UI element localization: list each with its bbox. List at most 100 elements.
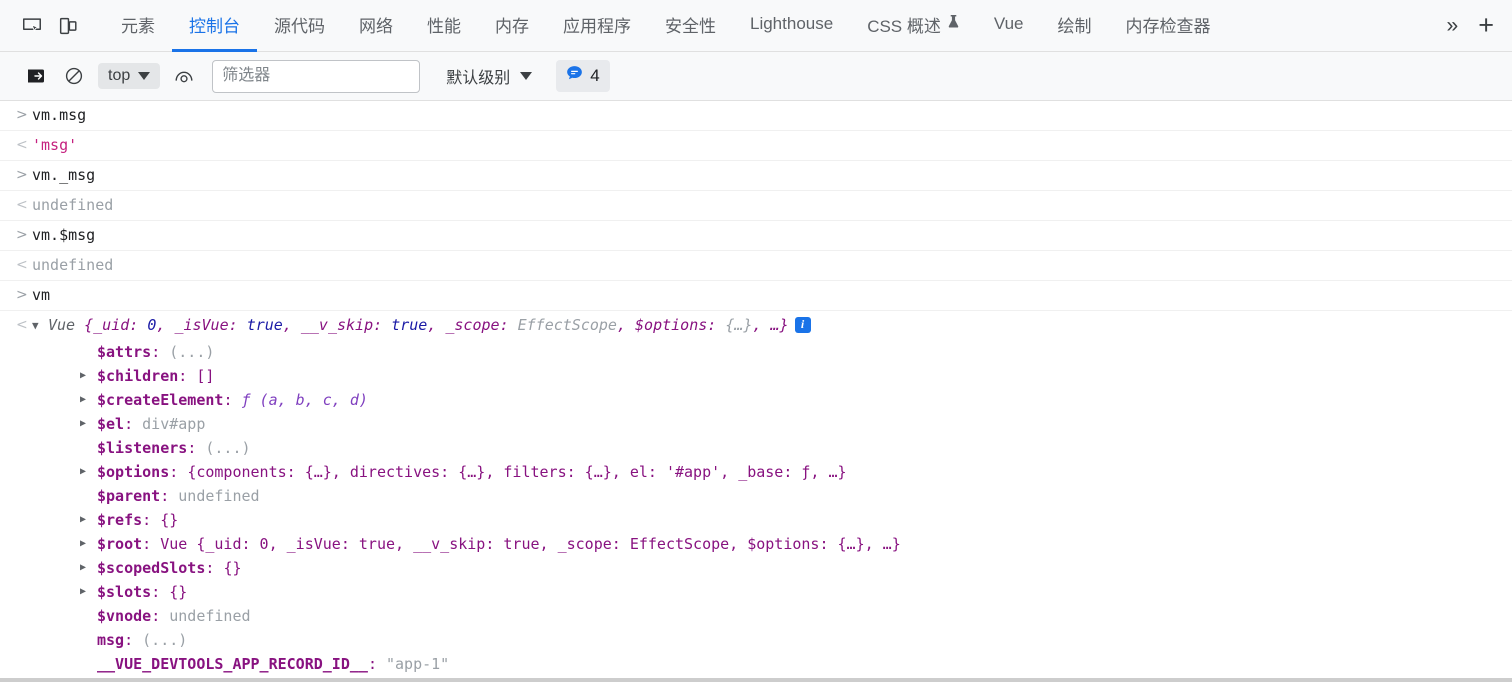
object-property-row[interactable]: ▶ $createElement: ƒ (a, b, c, d) <box>16 388 1512 412</box>
clear-console-icon[interactable] <box>56 58 92 94</box>
object-property-row[interactable]: __VUE_DEVTOOLS_APP_RECORD_ID__: "app-1" <box>16 652 1512 676</box>
console-output[interactable]: > vm.msg < 'msg' > vm._msg < undefined >… <box>0 101 1512 682</box>
property-value: (...) <box>169 343 215 361</box>
expand-arrow-icon[interactable]: ▶ <box>80 580 97 604</box>
tab-label: 源代码 <box>274 16 325 36</box>
console-value: 'msg' <box>32 136 78 154</box>
input-marker-icon: > <box>16 167 28 183</box>
property-value: Vue {_uid: 0, _isVue: true, __v_skip: tr… <box>160 535 901 553</box>
console-input-row[interactable]: > vm.$msg <box>0 221 1512 251</box>
tab-label: Vue <box>993 14 1024 33</box>
expand-arrow-icon[interactable]: ▶ <box>80 388 97 412</box>
object-property-row[interactable]: ▶ $root: Vue {_uid: 0, _isVue: true, __v… <box>16 532 1512 556</box>
property-key: __VUE_DEVTOOLS_APP_RECORD_ID__ <box>97 655 368 673</box>
expand-arrow-icon[interactable]: ▶ <box>80 532 97 556</box>
tab-application[interactable]: 应用程序 <box>546 0 648 52</box>
object-property-row[interactable]: $parent: undefined <box>16 484 1512 508</box>
chevron-down-icon <box>138 72 151 80</box>
execution-context-value: top <box>108 67 131 84</box>
console-input-row[interactable]: > vm.msg <box>0 101 1512 131</box>
property-value: {} <box>160 511 179 529</box>
tab-label: CSS 概述 <box>867 16 941 36</box>
tab-memory[interactable]: 内存 <box>478 0 546 52</box>
flask-icon <box>947 14 960 34</box>
inspect-element-icon[interactable] <box>14 8 50 44</box>
tab-sources[interactable]: 源代码 <box>257 0 342 52</box>
tab-label: 安全性 <box>665 16 716 36</box>
tab-label: 元素 <box>121 16 155 36</box>
tab-network[interactable]: 网络 <box>342 0 410 52</box>
console-result-row[interactable]: < undefined <box>0 251 1512 281</box>
expand-arrow-icon[interactable]: ▶ <box>80 556 97 580</box>
object-property-row[interactable]: $attrs: (...) <box>16 340 1512 364</box>
console-input-row[interactable]: > vm <box>0 281 1512 311</box>
log-level-selector[interactable]: 默认级别 <box>438 60 540 92</box>
tab-paint[interactable]: 绘制 <box>1041 0 1109 52</box>
property-value[interactable]: div#app <box>142 415 205 433</box>
disclosure-triangle-icon[interactable]: ▼ <box>32 311 48 340</box>
object-property-row[interactable]: $vnode: undefined <box>16 604 1512 628</box>
property-value: undefined <box>178 487 260 505</box>
console-object-row[interactable]: < ▼ Vue {_uid: 0, _isVue: true, __v_skip… <box>0 311 1512 682</box>
property-value: "app-1" <box>386 655 450 673</box>
property-value: {components: {…}, directives: {…}, filte… <box>187 463 847 481</box>
tab-label: 内存检查器 <box>1125 16 1211 36</box>
tab-label: 内存 <box>495 16 529 36</box>
object-preview-text: {_uid: 0, _isVue: true, __v_skip: true, … <box>84 316 789 334</box>
tab-security[interactable]: 安全性 <box>648 0 733 52</box>
object-property-row[interactable]: $listeners: (...) <box>16 436 1512 460</box>
tab-css-overview[interactable]: CSS 概述 <box>850 0 977 52</box>
tab-list: 元素 控制台 源代码 网络 性能 内存 应用程序 安全性 Lighthouse … <box>104 0 1512 52</box>
expand-arrow-icon[interactable]: ▶ <box>80 364 97 388</box>
tab-vue[interactable]: Vue <box>977 0 1041 52</box>
tab-label: 网络 <box>359 16 393 36</box>
console-expression: vm.msg <box>32 106 87 124</box>
tab-label: 性能 <box>427 16 461 36</box>
property-value: [] <box>196 367 215 385</box>
show-console-sidebar-icon[interactable] <box>18 58 54 94</box>
console-input-row[interactable]: > vm._msg <box>0 161 1512 191</box>
console-result-row[interactable]: < undefined <box>0 191 1512 221</box>
property-key: $children <box>97 367 179 385</box>
object-header[interactable]: < ▼ Vue {_uid: 0, _isVue: true, __v_skip… <box>16 311 1512 340</box>
expand-arrow-icon[interactable]: ▶ <box>80 508 97 532</box>
console-value: undefined <box>32 196 114 214</box>
add-panel-icon[interactable]: + <box>1472 12 1512 39</box>
output-marker-icon: < <box>16 197 28 213</box>
object-property-row[interactable]: ▶ $refs: {} <box>16 508 1512 532</box>
devtools-tab-bar: 元素 控制台 源代码 网络 性能 内存 应用程序 安全性 Lighthouse … <box>0 0 1512 52</box>
horizontal-scrollbar[interactable] <box>0 678 1512 682</box>
log-level-value: 默认级别 <box>446 70 511 87</box>
message-count-badge[interactable]: 4 <box>556 60 610 92</box>
tab-elements[interactable]: 元素 <box>104 0 172 52</box>
device-toolbar-icon[interactable] <box>50 8 86 44</box>
property-key: $slots <box>97 583 152 601</box>
info-icon[interactable]: i <box>794 316 811 333</box>
object-property-row[interactable]: ▶ $el: div#app <box>16 412 1512 436</box>
tab-memory-inspector[interactable]: 内存检查器 <box>1109 0 1228 52</box>
expand-arrow-icon[interactable]: ▶ <box>80 412 97 436</box>
output-marker-icon: < <box>16 137 28 153</box>
console-result-row[interactable]: < 'msg' <box>0 131 1512 161</box>
tab-label: 应用程序 <box>563 16 631 36</box>
object-property-row[interactable]: msg: (...) <box>16 628 1512 652</box>
input-marker-icon: > <box>16 287 28 303</box>
tab-lighthouse[interactable]: Lighthouse <box>733 0 850 52</box>
tab-label: 绘制 <box>1057 16 1092 36</box>
property-key: $refs <box>97 511 143 529</box>
object-property-row[interactable]: ▶ $slots: {} <box>16 580 1512 604</box>
execution-context-selector[interactable]: top <box>98 63 161 89</box>
filter-input[interactable] <box>212 59 421 93</box>
property-value: {} <box>223 559 242 577</box>
expand-arrow-icon[interactable]: ▶ <box>80 460 97 484</box>
property-key: $scopedSlots <box>97 559 206 577</box>
object-property-row[interactable]: ▶ $scopedSlots: {} <box>16 556 1512 580</box>
object-property-row[interactable]: ▶ $options: {components: {…}, directives… <box>16 460 1512 484</box>
tab-console[interactable]: 控制台 <box>172 0 257 52</box>
property-key: $options <box>97 463 170 481</box>
property-key: $createElement <box>97 391 224 409</box>
tab-performance[interactable]: 性能 <box>410 0 478 52</box>
object-property-row[interactable]: ▶ $children: [] <box>16 364 1512 388</box>
more-tabs-icon[interactable]: » <box>1433 15 1473 36</box>
live-expression-icon[interactable] <box>166 58 202 94</box>
